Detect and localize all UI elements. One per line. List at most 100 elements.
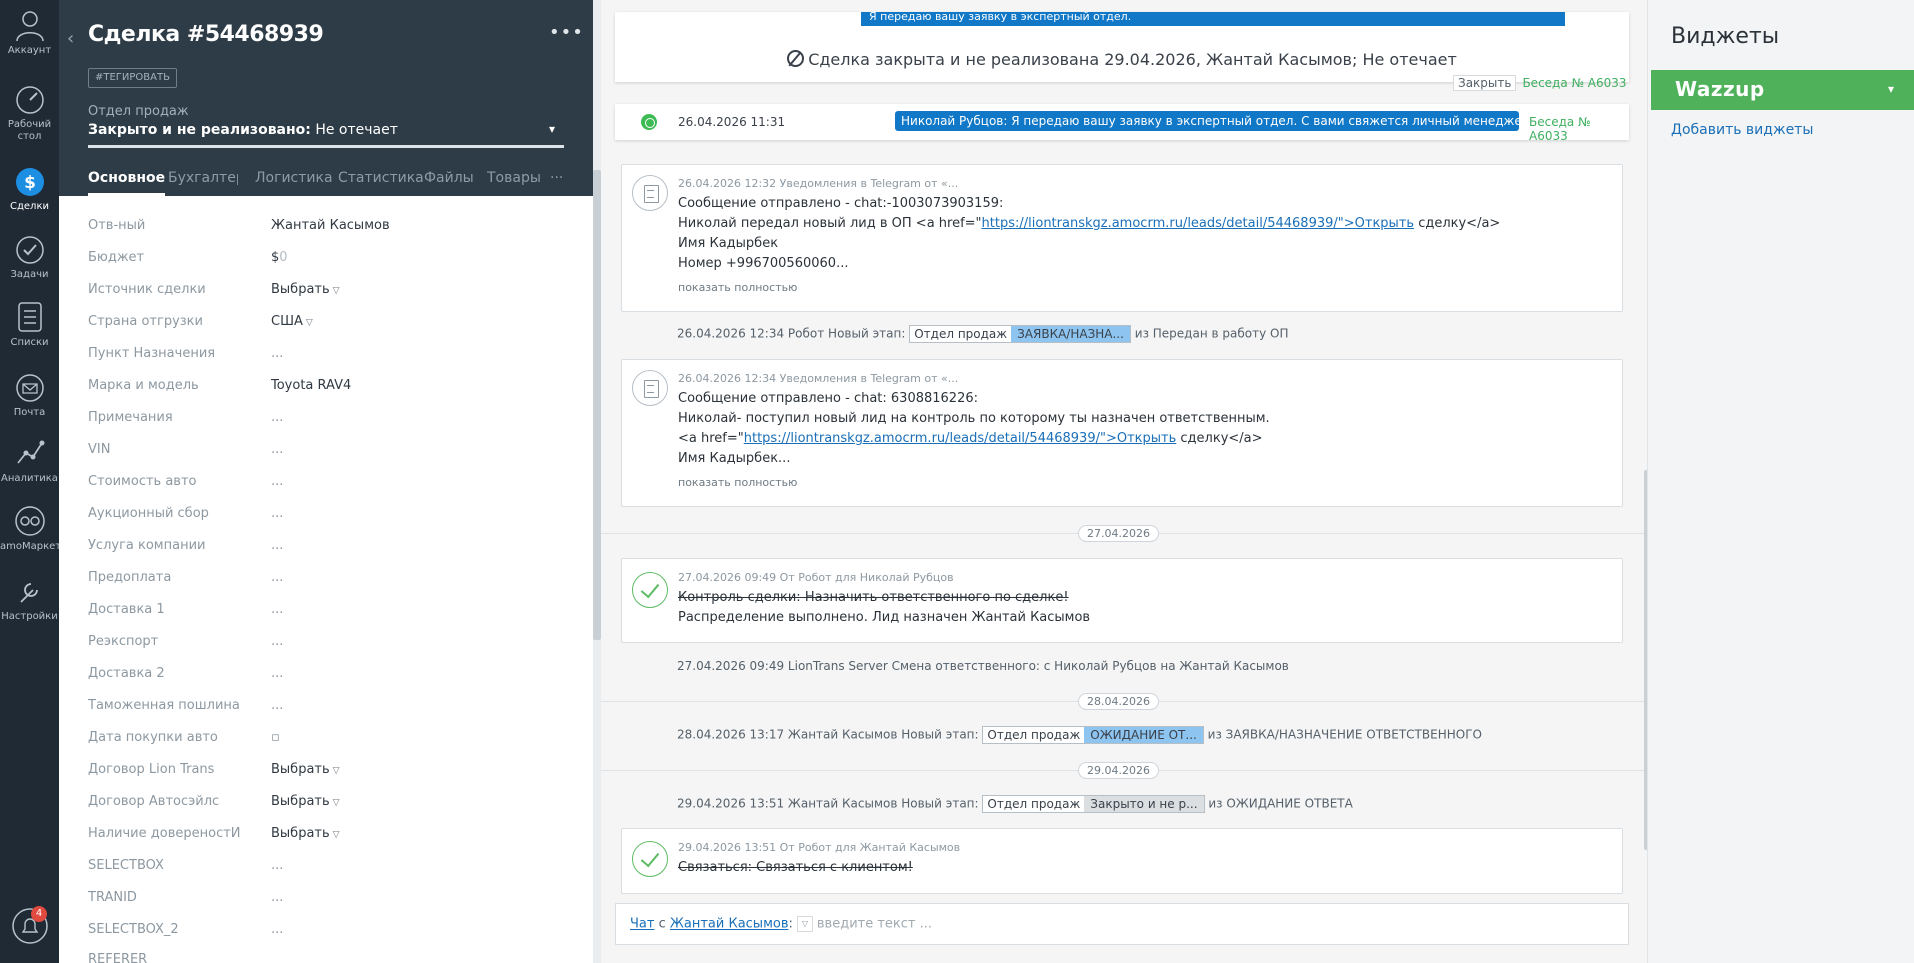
deal-card: ‹ Сделка #54468939 ••• #ТЕГИРОВАТЬ Отдел… xyxy=(59,0,593,963)
tag-button[interactable]: #ТЕГИРОВАТЬ xyxy=(88,68,177,88)
field-label: Источник сделки xyxy=(88,282,206,297)
field-value[interactable]: ... xyxy=(271,922,283,937)
field-value[interactable]: ... xyxy=(271,634,283,649)
field-value[interactable]: ... xyxy=(271,538,283,553)
field-value[interactable]: ... xyxy=(271,346,283,361)
field-label: Дата покупки авто xyxy=(88,730,218,745)
field-value[interactable]: Жантай Касымов xyxy=(271,218,390,233)
task-title: Связаться: Связаться с клиентом! xyxy=(678,860,913,875)
field-value[interactable]: ... xyxy=(271,666,283,681)
stage-change-event: 28.04.2026 13:17 Жантай Касымов Новый эт… xyxy=(677,726,1482,744)
left-nav: Аккаунт Рабочий стол $ Сделки Задачи Спи… xyxy=(0,0,61,963)
stage-name: ЗАЯВКА/НАЗНА... xyxy=(1011,326,1130,342)
closed-banner: Я передаю вашу заявку в экспертный отдел… xyxy=(615,12,1629,82)
field-row: SELECTBOX_2... xyxy=(59,920,593,942)
market-icon xyxy=(14,506,45,536)
conversation-link[interactable]: Беседа № A6033 xyxy=(1522,76,1626,90)
nav-item-market[interactable]: amoМаркет xyxy=(0,504,61,553)
field-select[interactable]: Выбрать ▽ xyxy=(271,282,340,297)
field-value[interactable]: ... xyxy=(271,698,283,713)
back-arrow-icon[interactable]: ‹ xyxy=(67,28,74,49)
show-more-link[interactable]: показать полностью xyxy=(678,476,797,489)
conversation-link[interactable]: Беседа № A6033 xyxy=(1529,115,1629,143)
card-scrollbar[interactable] xyxy=(593,170,601,640)
field-row: Договор Lion Trans Выбрать ▽ xyxy=(59,760,593,782)
pipeline-status-select[interactable]: Закрыто и не реализовано: Не отечает xyxy=(88,122,398,138)
deal-title: Сделка #54468939 xyxy=(88,22,324,47)
stage-change-event: 26.04.2026 12:34 Робот Новый этап: Отдел… xyxy=(677,325,1288,343)
field-value[interactable]: ... xyxy=(271,410,283,425)
field-value[interactable]: ... xyxy=(271,858,283,873)
chat-type-link[interactable]: Чат xyxy=(630,917,654,932)
field-row: Бюджет $0 xyxy=(59,248,593,270)
nav-label: Аккаунт xyxy=(7,45,52,56)
deal-link[interactable]: https://liontranskgz.amocrm.ru/leads/det… xyxy=(982,216,1415,231)
field-value[interactable]: ... xyxy=(271,474,283,489)
nav-item-tasks[interactable]: Задачи xyxy=(0,234,59,281)
settings-icon xyxy=(19,583,38,603)
whatsapp-message[interactable]: 26.04.2026 11:31 Николай Рубцов: Я перед… xyxy=(615,104,1629,143)
banner-message-strip: Я передаю вашу заявку в экспертный отдел… xyxy=(861,12,1565,26)
deal-link[interactable]: https://liontranskgz.amocrm.ru/leads/det… xyxy=(744,431,1177,446)
wazzup-widget[interactable]: Wazzup ▾ xyxy=(1651,70,1914,110)
budget-field[interactable]: $0 xyxy=(271,250,288,265)
deals-icon: $ xyxy=(15,168,44,196)
field-value[interactable]: ... xyxy=(271,602,283,617)
close-conversation-button[interactable]: Закрыть xyxy=(1453,75,1517,91)
field-label: TRANID xyxy=(88,890,137,905)
more-options-icon[interactable]: ••• xyxy=(549,22,584,43)
field-select[interactable]: США ▽ xyxy=(271,314,313,329)
chat-recipient-link[interactable]: Жантай Касымов xyxy=(670,917,789,932)
select-value: Выбрать xyxy=(271,826,330,841)
field-value[interactable]: ... xyxy=(271,506,283,521)
nav-item-dashboard[interactable]: Рабочий стол xyxy=(0,84,59,143)
note-line: Николай передал новый лид в ОП <a href="… xyxy=(678,216,1500,231)
field-row: Источник сделки Выбрать ▽ xyxy=(59,280,593,302)
field-value[interactable]: Toyota RAV4 xyxy=(271,378,351,393)
chevron-down-icon[interactable]: ▽ xyxy=(796,916,813,932)
nav-item-settings[interactable]: Настройки xyxy=(0,574,59,623)
show-more-link[interactable]: показать полностью xyxy=(678,281,797,294)
field-select[interactable]: Выбрать ▽ xyxy=(271,794,340,809)
field-value[interactable]: ... xyxy=(271,570,283,585)
nav-item-analytics[interactable]: Аналитика xyxy=(0,436,59,485)
telegram-note: 26.04.2026 12:34 Уведомления в Telegram … xyxy=(621,359,1623,507)
nav-item-deals[interactable]: $ Сделки xyxy=(0,166,59,213)
nav-label: Сделки xyxy=(10,201,49,212)
field-row: Примечания... xyxy=(59,408,593,430)
tab-logistics[interactable]: Логистика xyxy=(255,170,333,186)
field-label: Реэкспорт xyxy=(88,634,159,649)
tab-products[interactable]: Товары xyxy=(487,170,541,186)
chevron-down-icon[interactable]: ▾ xyxy=(549,122,555,136)
nav-item-mail[interactable]: Почта xyxy=(0,372,59,419)
mail-icon xyxy=(15,374,44,402)
add-widgets-link[interactable]: Добавить виджеты xyxy=(1671,122,1813,138)
field-value[interactable]: ... xyxy=(271,442,283,457)
field-select[interactable]: Выбрать ▽ xyxy=(271,826,340,841)
tab-statistics[interactable]: Статистика xyxy=(338,170,424,186)
tabs-more-icon[interactable]: ··· xyxy=(550,170,563,186)
calendar-icon[interactable]: ▫ xyxy=(271,730,280,745)
note-text: сделку</a> xyxy=(1176,431,1263,446)
field-value[interactable]: ... xyxy=(271,890,283,905)
check-icon xyxy=(632,572,668,608)
tab-accounting[interactable]: Бухгалтер xyxy=(168,170,238,186)
field-label: Отв-ный xyxy=(88,218,146,233)
field-row: Дата покупки авто ▫ xyxy=(59,728,593,750)
field-select[interactable]: Выбрать ▽ xyxy=(271,762,340,777)
nav-item-account[interactable]: Аккаунт xyxy=(0,8,59,57)
tab-files[interactable]: Файлы xyxy=(424,170,474,186)
chat-input[interactable]: введите текст ... xyxy=(817,917,932,932)
task-item: 27.04.2026 09:49 От Робот для Николай Ру… xyxy=(621,558,1623,643)
stage-pipeline: Отдел продаж xyxy=(983,727,1085,743)
event-from: из ОЖИДАНИЕ ОТВЕТА xyxy=(1208,796,1353,811)
chat-with-text: с xyxy=(654,916,670,932)
day-label: 27.04.2026 xyxy=(1078,525,1159,542)
under-banner-actions: Закрыть Беседа № A6033 xyxy=(1453,75,1627,91)
nav-item-lists[interactable]: Списки xyxy=(0,300,59,349)
event-text: 28.04.2026 13:17 Жантай Касымов Новый эт… xyxy=(677,727,979,742)
tab-main[interactable]: Основное xyxy=(88,170,166,196)
stage-badge: Отдел продаж ЗАЯВКА/НАЗНА... xyxy=(909,325,1131,343)
event-from: из ЗАЯВКА/НАЗНАЧЕНИЕ ОТВЕТСТВЕННОГО xyxy=(1207,727,1482,742)
event-text: 29.04.2026 13:51 Жантай Касымов Новый эт… xyxy=(677,796,979,811)
